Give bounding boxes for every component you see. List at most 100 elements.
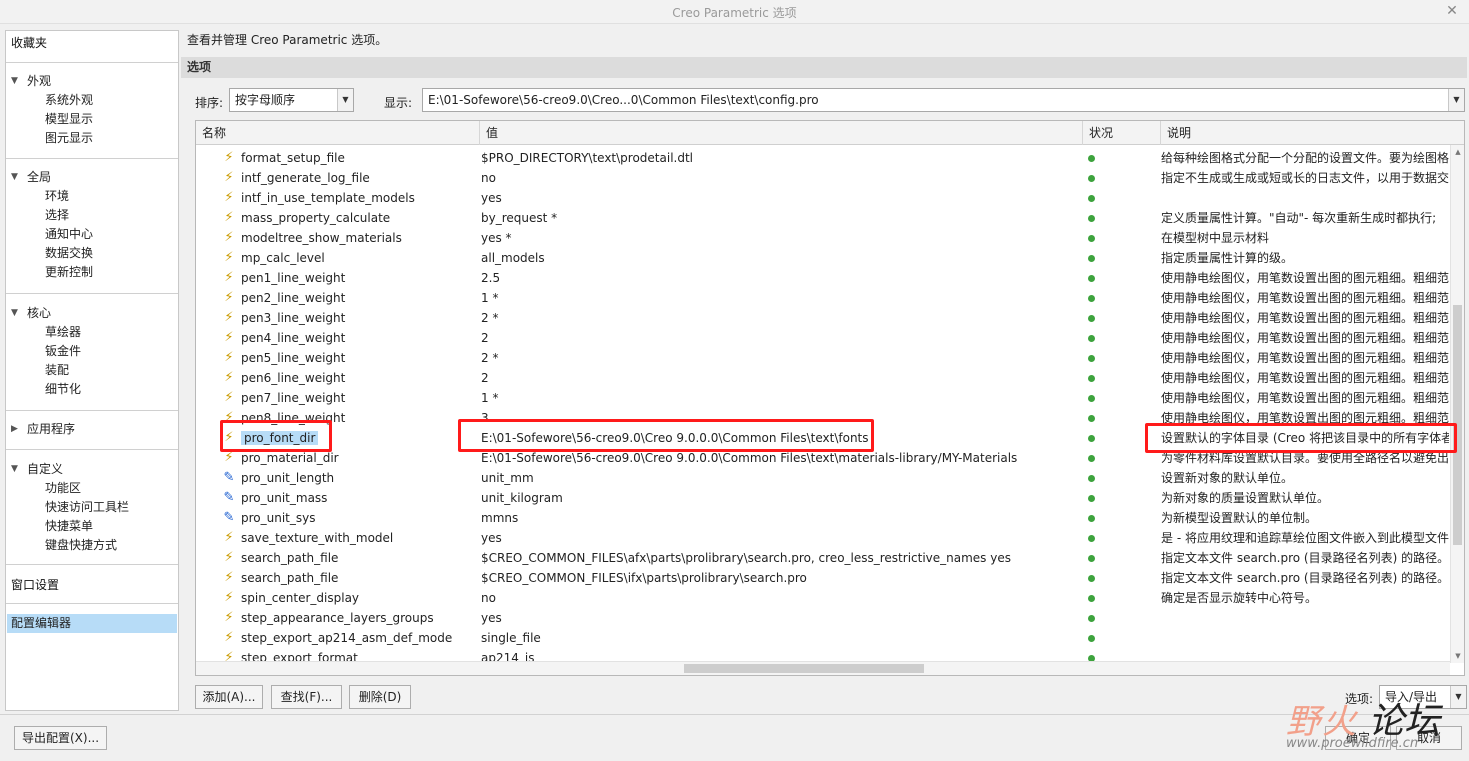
scrollbar-thumb[interactable] <box>1453 305 1462 545</box>
vertical-scrollbar[interactable]: ▲ ▼ <box>1450 145 1464 663</box>
option-value[interactable]: 3 <box>481 408 1081 428</box>
column-header-name[interactable]: 名称 <box>196 121 480 145</box>
sidebar-group-title[interactable]: ▼ 外观 <box>6 72 178 91</box>
table-row[interactable]: ⚡ pro_font_dir E:\01-Sofewore\56-creo9.0\C… <box>196 428 1450 448</box>
option-value[interactable]: 2 * <box>481 348 1081 368</box>
table-row[interactable]: ⚡ save_texture_with_model yes 是 - 将应用纹理和追踪草… <box>196 528 1450 548</box>
column-header-status[interactable]: 状况 <box>1083 121 1161 145</box>
table-row[interactable]: ⚡ pen1_line_weight 2.5 使用静电绘图仪，用笔数设置出图的图元粗细… <box>196 268 1450 288</box>
option-value[interactable]: E:\01-Sofewore\56-creo9.0\Creo 9.0.0.0\C… <box>481 428 1081 448</box>
table-row[interactable]: ⚡ pen3_line_weight 2 * 使用静电绘图仪，用笔数设置出图的图元粗细… <box>196 308 1450 328</box>
close-icon[interactable]: ✕ <box>1443 2 1461 20</box>
sidebar-item-detailing[interactable]: 细节化 <box>6 380 178 399</box>
expand-triangle-icon[interactable]: ▼ <box>11 460 18 479</box>
option-value[interactable]: no <box>481 168 1081 188</box>
expand-triangle-icon[interactable]: ▼ <box>11 72 18 91</box>
sidebar-group-title[interactable]: ▼ 全局 <box>6 168 178 187</box>
chevron-down-icon[interactable]: ▼ <box>337 89 353 111</box>
scroll-down-icon[interactable]: ▼ <box>1451 649 1464 663</box>
table-row[interactable]: ⚡ pen8_line_weight 3 使用静电绘图仪，用笔数设置出图的图元粗细。粗… <box>196 408 1450 428</box>
sidebar-item-assembly[interactable]: 装配 <box>6 361 178 380</box>
sidebar-group-title[interactable]: ▼ 核心 <box>6 304 178 323</box>
table-row[interactable]: ✎ pro_unit_sys mmns 为新模型设置默认的单位制。 <box>196 508 1450 528</box>
table-row[interactable]: ⚡ spin_center_display no 确定是否显示旋转中心符号。 <box>196 588 1450 608</box>
option-value[interactable]: $PRO_DIRECTORY\text\prodetail.dtl <box>481 148 1081 168</box>
table-row[interactable]: ⚡ step_appearance_layers_groups yes <box>196 608 1450 628</box>
option-value[interactable]: unit_kilogram <box>481 488 1081 508</box>
option-value[interactable]: 2 * <box>481 308 1081 328</box>
add-button[interactable]: 添加(A)... <box>195 685 263 709</box>
sidebar-item-shortcut-menu[interactable]: 快捷菜单 <box>6 517 178 536</box>
sidebar-item-update-control[interactable]: 更新控制 <box>6 263 178 282</box>
option-value[interactable]: mmns <box>481 508 1081 528</box>
table-row[interactable]: ⚡ step_export_ap214_asm_def_mode single_fi… <box>196 628 1450 648</box>
option-value[interactable]: $CREO_COMMON_FILES\afx\parts\prolibrary\… <box>481 548 1081 568</box>
sidebar-item-sheetmetal[interactable]: 钣金件 <box>6 342 178 361</box>
horizontal-scrollbar[interactable] <box>196 661 1450 675</box>
sidebar-item-entity-display[interactable]: 图元显示 <box>6 129 178 148</box>
option-value[interactable]: all_models <box>481 248 1081 268</box>
sidebar-item-window-settings[interactable]: 窗口设置 <box>11 576 59 593</box>
sidebar-item-data-exchange[interactable]: 数据交换 <box>6 244 178 263</box>
collapse-triangle-icon[interactable]: ▶ <box>11 420 18 439</box>
table-row[interactable]: ⚡ pen7_line_weight 1 * 使用静电绘图仪，用笔数设置出图的图元粗细… <box>196 388 1450 408</box>
option-value[interactable]: $CREO_COMMON_FILES\ifx\parts\prolibrary\… <box>481 568 1081 588</box>
table-row[interactable]: ⚡ intf_in_use_template_models yes <box>196 188 1450 208</box>
sidebar-item-environment[interactable]: 环境 <box>6 187 178 206</box>
table-row[interactable]: ✎ pro_unit_mass unit_kilogram 为新对象的质量设置默认单位… <box>196 488 1450 508</box>
option-value[interactable]: 1 * <box>481 388 1081 408</box>
option-value[interactable]: 1 * <box>481 288 1081 308</box>
option-value[interactable]: 2.5 <box>481 268 1081 288</box>
delete-button[interactable]: 删除(D) <box>349 685 411 709</box>
edit-pencil-icon: ✎ <box>223 490 235 505</box>
table-row[interactable]: ⚡ pen5_line_weight 2 * 使用静电绘图仪，用笔数设置出图的图元粗细… <box>196 348 1450 368</box>
table-row[interactable]: ⚡ intf_generate_log_file no 指定不生成或生成或短或长的日志… <box>196 168 1450 188</box>
sidebar-favorites[interactable]: 收藏夹 <box>11 34 47 51</box>
sidebar-item-model-display[interactable]: 模型显示 <box>6 110 178 129</box>
sidebar-item-keyboard-shortcuts[interactable]: 键盘快捷方式 <box>6 536 178 555</box>
export-config-button[interactable]: 导出配置(X)... <box>14 726 107 750</box>
sidebar-item-sketcher[interactable]: 草绘器 <box>6 323 178 342</box>
table-row[interactable]: ✎ pro_unit_length unit_mm 设置新对象的默认单位。 <box>196 468 1450 488</box>
sidebar-item-quick-access-toolbar[interactable]: 快速访问工具栏 <box>6 498 178 517</box>
table-row[interactable]: ⚡ pro_material_dir E:\01-Sofewore\56-creo9… <box>196 448 1450 468</box>
config-file-dropdown[interactable]: E:\01-Sofewore\56-creo9.0\Creo...0\Commo… <box>422 88 1465 112</box>
option-name: pen7_line_weight <box>241 391 346 405</box>
option-value[interactable]: single_file <box>481 628 1081 648</box>
option-value[interactable]: by_request * <box>481 208 1081 228</box>
chevron-down-icon[interactable]: ▼ <box>1448 89 1464 111</box>
find-button[interactable]: 查找(F)... <box>271 685 342 709</box>
table-row[interactable]: ⚡ search_path_file $CREO_COMMON_FILES\afx\… <box>196 548 1450 568</box>
sidebar-item-notification-center[interactable]: 通知中心 <box>6 225 178 244</box>
table-row[interactable]: ⚡ mp_calc_level all_models 指定质量属性计算的级。 <box>196 248 1450 268</box>
expand-triangle-icon[interactable]: ▼ <box>11 304 18 323</box>
table-row[interactable]: ⚡ modeltree_show_materials yes * 在模型树中显示材料 <box>196 228 1450 248</box>
option-value[interactable]: 2 <box>481 368 1081 388</box>
option-value[interactable]: no <box>481 588 1081 608</box>
sidebar-item-config-editor[interactable]: 配置编辑器 <box>7 614 177 633</box>
table-row[interactable]: ⚡ mass_property_calculate by_request * 定义质量… <box>196 208 1450 228</box>
option-value[interactable]: E:\01-Sofewore\56-creo9.0\Creo 9.0.0.0\C… <box>481 448 1081 468</box>
table-row[interactable]: ⚡ pen4_line_weight 2 使用静电绘图仪，用笔数设置出图的图元粗细。粗… <box>196 328 1450 348</box>
table-row[interactable]: ⚡ pen6_line_weight 2 使用静电绘图仪，用笔数设置出图的图元粗细。粗… <box>196 368 1450 388</box>
option-value[interactable]: yes * <box>481 228 1081 248</box>
sidebar-item-ribbon[interactable]: 功能区 <box>6 479 178 498</box>
option-value[interactable]: 2 <box>481 328 1081 348</box>
sidebar-item-selection[interactable]: 选择 <box>6 206 178 225</box>
table-row[interactable]: ⚡ search_path_file $CREO_COMMON_FILES\ifx\… <box>196 568 1450 588</box>
sidebar-group-title[interactable]: ▼ 自定义 <box>6 460 178 479</box>
option-value[interactable]: yes <box>481 188 1081 208</box>
sort-dropdown[interactable]: 按字母顺序 ▼ <box>229 88 354 112</box>
option-value[interactable]: unit_mm <box>481 468 1081 488</box>
scroll-up-icon[interactable]: ▲ <box>1451 145 1464 159</box>
scrollbar-thumb[interactable] <box>684 664 924 673</box>
option-value[interactable]: yes <box>481 528 1081 548</box>
sidebar-item-system-appearance[interactable]: 系统外观 <box>6 91 178 110</box>
column-header-value[interactable]: 值 <box>480 121 1083 145</box>
sidebar-group-title[interactable]: ▶ 应用程序 <box>6 420 178 439</box>
table-row[interactable]: ⚡ pen2_line_weight 1 * 使用静电绘图仪，用笔数设置出图的图元粗细… <box>196 288 1450 308</box>
table-row[interactable]: ⚡ format_setup_file $PRO_DIRECTORY\text\pr… <box>196 148 1450 168</box>
column-header-description[interactable]: 说明 <box>1161 121 1464 145</box>
expand-triangle-icon[interactable]: ▼ <box>11 168 18 187</box>
option-value[interactable]: yes <box>481 608 1081 628</box>
